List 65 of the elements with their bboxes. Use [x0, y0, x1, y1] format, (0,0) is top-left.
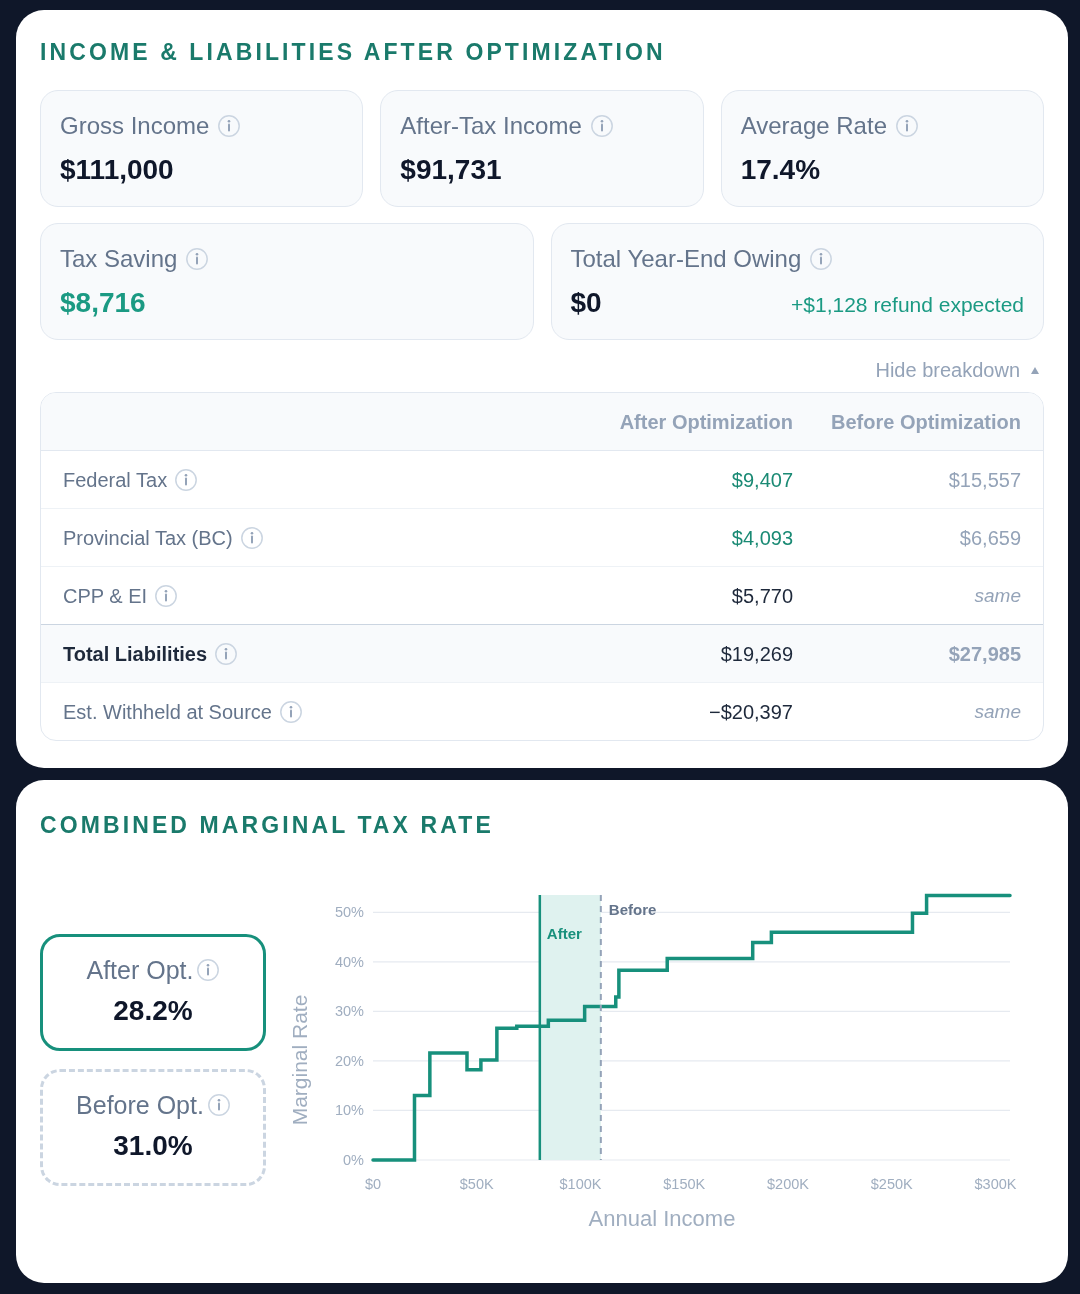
info-icon[interactable]	[186, 248, 209, 270]
axis-tick-label: $250K	[870, 1176, 913, 1192]
table-cell-text: −$20,397	[709, 699, 793, 725]
table-cell-text: same	[974, 583, 1021, 608]
axis-tick-label: $0	[364, 1176, 382, 1192]
column-header: Before Optimization	[831, 409, 1021, 435]
info-icon[interactable]	[197, 959, 220, 981]
table-cell-text: $5,770	[731, 583, 793, 609]
axis-tick-label: $150K	[663, 1176, 706, 1192]
info-icon[interactable]	[590, 115, 613, 137]
rate-value: 31.0%	[113, 1129, 193, 1163]
reference-label: After	[546, 925, 582, 942]
rate-label: After Opt.	[86, 955, 194, 986]
table-cell-text: $27,985	[948, 641, 1021, 667]
table-cell-text: $15,557	[948, 467, 1021, 493]
info-icon[interactable]	[810, 248, 833, 270]
axis-tick-label: 10%	[334, 1102, 364, 1119]
axis-tick-label: 40%	[334, 953, 364, 970]
info-icon[interactable]	[155, 584, 178, 607]
section-title: COMBINED MARGINAL TAX RATE	[40, 811, 495, 839]
section-title: INCOME & LIABILITIES AFTER OPTIMIZATION	[40, 38, 667, 66]
row-label: Total Liabilities	[63, 641, 208, 667]
axis-tick-label: $50K	[459, 1176, 494, 1192]
table-cell-text: $19,269	[720, 641, 793, 667]
axis-title: Marginal Rate	[288, 994, 311, 1126]
stat-value: 17.4%	[740, 153, 821, 187]
row-label: Est. Withheld at Source	[63, 699, 272, 725]
reference-label: Before	[608, 901, 657, 918]
row-label: Provincial Tax (BC)	[63, 525, 233, 551]
stat-label: Tax Saving	[60, 244, 178, 274]
info-icon[interactable]	[280, 700, 302, 723]
axis-tick-label: 30%	[334, 1003, 364, 1020]
stat-label: After-Tax Income	[400, 111, 582, 141]
refund-note: +$1,128 refund expected	[791, 292, 1024, 318]
axis-tick-label: $300K	[974, 1176, 1017, 1192]
rate-label: Before Opt.	[76, 1090, 204, 1121]
table-cell-text: $9,407	[731, 467, 793, 493]
axis-tick-label: 20%	[334, 1052, 364, 1069]
row-label: CPP & EI	[63, 583, 148, 609]
info-icon[interactable]	[215, 642, 238, 665]
stat-label: Total Year-End Owing	[570, 244, 802, 274]
axis-tick-label: $100K	[559, 1176, 602, 1192]
row-label: Federal Tax	[63, 467, 168, 493]
rate-card[interactable]: After Opt. 28.2%	[40, 934, 266, 1051]
axis-tick-label: 0%	[343, 1152, 364, 1168]
rate-card[interactable]: Before Opt. 31.0%	[40, 1069, 266, 1186]
stat-value: $8,716	[60, 286, 146, 320]
info-icon[interactable]	[207, 1094, 230, 1116]
stat-value: $0	[570, 286, 602, 320]
rate-value: 28.2%	[113, 994, 193, 1028]
table-cell-text: same	[974, 699, 1021, 724]
table-cell-text: $4,093	[731, 525, 793, 551]
axis-title: Annual Income	[588, 1206, 736, 1231]
column-header: After Optimization	[619, 409, 793, 435]
info-icon[interactable]	[240, 526, 263, 549]
axis-tick-label: $200K	[767, 1176, 809, 1192]
info-icon[interactable]	[896, 115, 918, 137]
info-icon[interactable]	[218, 115, 241, 137]
axis-tick-label: 50%	[334, 904, 364, 921]
stat-label: Gross Income	[60, 111, 210, 141]
stat-value: $111,000	[60, 153, 174, 187]
info-icon[interactable]	[175, 468, 198, 491]
table-cell-text: $6,659	[959, 525, 1021, 551]
stat-value: $91,731	[400, 153, 502, 187]
stat-label: Average Rate	[740, 111, 887, 141]
